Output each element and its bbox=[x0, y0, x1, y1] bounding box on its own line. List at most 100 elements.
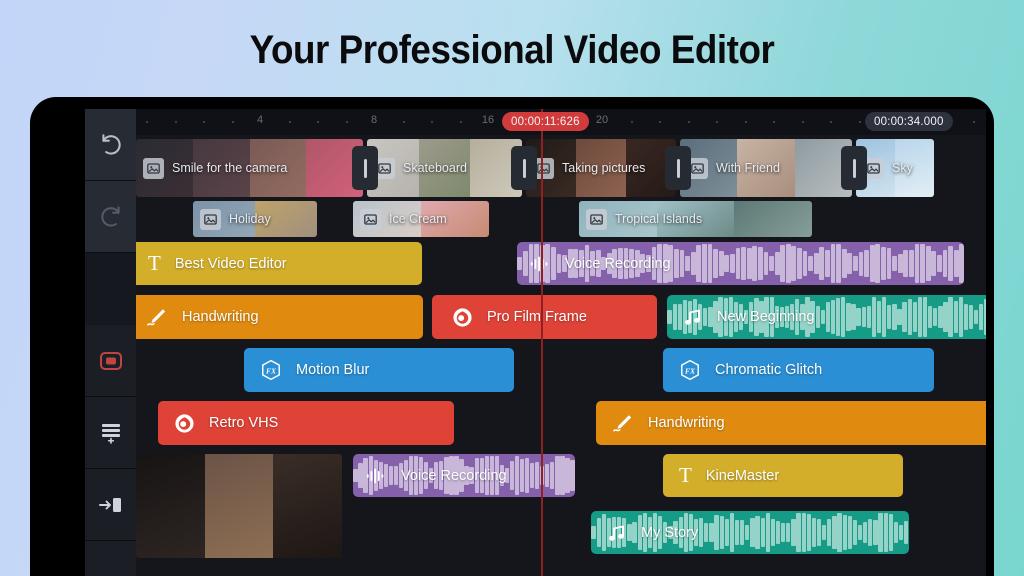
music-icon bbox=[683, 307, 703, 327]
fx-clip[interactable]: FX Chromatic Glitch bbox=[663, 348, 934, 392]
undo-icon bbox=[98, 132, 124, 158]
clip-label: Skateboard bbox=[403, 161, 467, 175]
clip-label: Chromatic Glitch bbox=[715, 362, 823, 378]
ruler-tick bbox=[773, 121, 775, 123]
ruler-tick bbox=[972, 121, 975, 123]
current-time-badge: 00:00:11:626 bbox=[502, 112, 589, 131]
video-clip[interactable]: Skateboard bbox=[367, 139, 522, 197]
overlay-clip[interactable]: Ice Cream bbox=[353, 201, 489, 237]
effect-icon bbox=[452, 307, 473, 328]
ruler-tick bbox=[744, 121, 747, 123]
split-button[interactable] bbox=[85, 469, 136, 541]
fx-icon: FX bbox=[679, 359, 701, 381]
tool-rail bbox=[85, 109, 136, 576]
audio-clip[interactable]: Voice Recording bbox=[517, 242, 964, 285]
undo-button[interactable] bbox=[85, 109, 136, 181]
capture-button[interactable] bbox=[85, 325, 136, 397]
clip-label: KineMaster bbox=[705, 467, 780, 484]
video-clip[interactable] bbox=[136, 454, 342, 558]
clip-label: Voice Recording bbox=[565, 255, 671, 272]
thumbnail-strip bbox=[136, 454, 342, 558]
ruler-tick bbox=[687, 121, 690, 123]
ruler-tick bbox=[659, 121, 661, 123]
music-icon bbox=[607, 523, 627, 543]
waveform bbox=[591, 511, 909, 554]
total-time-badge: 00:00:34.000 bbox=[865, 112, 953, 131]
effect-icon bbox=[174, 413, 195, 434]
video-clip[interactable]: With Friend bbox=[680, 139, 852, 197]
ruler-tick-label: 16 bbox=[481, 114, 495, 126]
clip-label: Holiday bbox=[229, 212, 271, 226]
rail-spacer-1 bbox=[85, 541, 136, 576]
ruler-tick bbox=[431, 121, 433, 123]
clip-label: Taking pictures bbox=[562, 161, 646, 175]
layers-add-icon bbox=[99, 422, 123, 444]
ruler-tick bbox=[231, 121, 234, 123]
transition-handle[interactable] bbox=[841, 146, 867, 190]
ruler-tick-label: 4 bbox=[256, 114, 264, 126]
overlay-clip[interactable]: Tropical Islands bbox=[579, 201, 812, 237]
text-icon: T bbox=[679, 463, 692, 487]
svg-text:FX: FX bbox=[266, 366, 277, 375]
ruler-tick bbox=[830, 121, 832, 123]
handwriting-icon bbox=[612, 413, 634, 433]
clip-label: Best Video Editor bbox=[174, 255, 287, 272]
split-icon bbox=[98, 495, 124, 515]
ruler-tick bbox=[203, 121, 205, 123]
ruler-tick bbox=[345, 121, 348, 123]
tablet-device-frame: 4 8 16 20 00:00:11:626 00:00:34.000 Smile f… bbox=[30, 97, 994, 576]
clip-label: With Friend bbox=[716, 161, 780, 175]
clip-label: Handwriting bbox=[648, 415, 725, 431]
ruler-tick-label: 20 bbox=[595, 114, 609, 126]
video-clip[interactable]: Sky bbox=[856, 139, 934, 197]
effect-clip[interactable]: Retro VHS bbox=[158, 401, 454, 445]
image-icon bbox=[360, 208, 381, 230]
image-icon bbox=[143, 157, 164, 179]
music-clip[interactable]: My Story bbox=[591, 511, 909, 554]
transition-handle[interactable] bbox=[352, 146, 378, 190]
svg-text:FX: FX bbox=[685, 366, 696, 375]
fx-icon: FX bbox=[260, 359, 282, 381]
clip-label: Smile for the camera bbox=[172, 161, 288, 175]
video-clip[interactable]: Taking pictures bbox=[526, 139, 676, 197]
image-icon bbox=[586, 208, 607, 230]
editor-screen: 4 8 16 20 00:00:11:626 00:00:34.000 Smile f… bbox=[85, 109, 986, 576]
clip-label: Tropical Islands bbox=[615, 212, 703, 226]
music-clip[interactable]: New Beginning bbox=[667, 295, 986, 339]
effect-clip[interactable]: Pro Film Frame bbox=[432, 295, 657, 339]
redo-icon bbox=[98, 204, 124, 230]
video-clip[interactable]: Smile for the camera bbox=[136, 139, 363, 197]
ruler-tick bbox=[716, 121, 718, 123]
image-icon bbox=[200, 208, 221, 230]
page-title: Your Professional Video Editor bbox=[249, 28, 775, 72]
overlay-clip[interactable]: Holiday bbox=[193, 201, 317, 237]
ruler-tick bbox=[402, 121, 405, 123]
clip-label: Motion Blur bbox=[296, 362, 370, 378]
clip-label: New Beginning bbox=[717, 309, 815, 325]
transition-handle[interactable] bbox=[665, 146, 691, 190]
transition-handle[interactable] bbox=[511, 146, 537, 190]
clip-label: Sky bbox=[892, 161, 913, 175]
ruler-tick bbox=[146, 121, 148, 123]
redo-button[interactable] bbox=[85, 181, 136, 253]
clip-label: My Story bbox=[641, 524, 699, 541]
capture-icon bbox=[99, 351, 123, 371]
clip-label: Pro Film Frame bbox=[487, 309, 587, 325]
timeline[interactable]: 4 8 16 20 00:00:11:626 00:00:34.000 Smile f… bbox=[136, 109, 986, 576]
handwriting-icon bbox=[146, 307, 168, 327]
text-clip[interactable]: T KineMaster bbox=[663, 454, 903, 497]
text-clip[interactable]: T Best Video Editor bbox=[136, 242, 422, 285]
ruler-tick bbox=[858, 121, 861, 123]
ruler-tick bbox=[801, 121, 804, 123]
voice-icon bbox=[529, 255, 551, 273]
ruler-tick bbox=[459, 121, 462, 123]
handwriting-clip[interactable]: Handwriting bbox=[136, 295, 423, 339]
text-icon: T bbox=[148, 251, 161, 275]
clip-label: Ice Cream bbox=[389, 212, 447, 226]
handwriting-clip[interactable]: Handwriting bbox=[596, 401, 986, 445]
playhead[interactable] bbox=[541, 109, 543, 576]
ruler-tick bbox=[630, 121, 633, 123]
layers-button[interactable] bbox=[85, 397, 136, 469]
ruler-tick bbox=[317, 121, 319, 123]
fx-clip[interactable]: FX Motion Blur bbox=[244, 348, 514, 392]
